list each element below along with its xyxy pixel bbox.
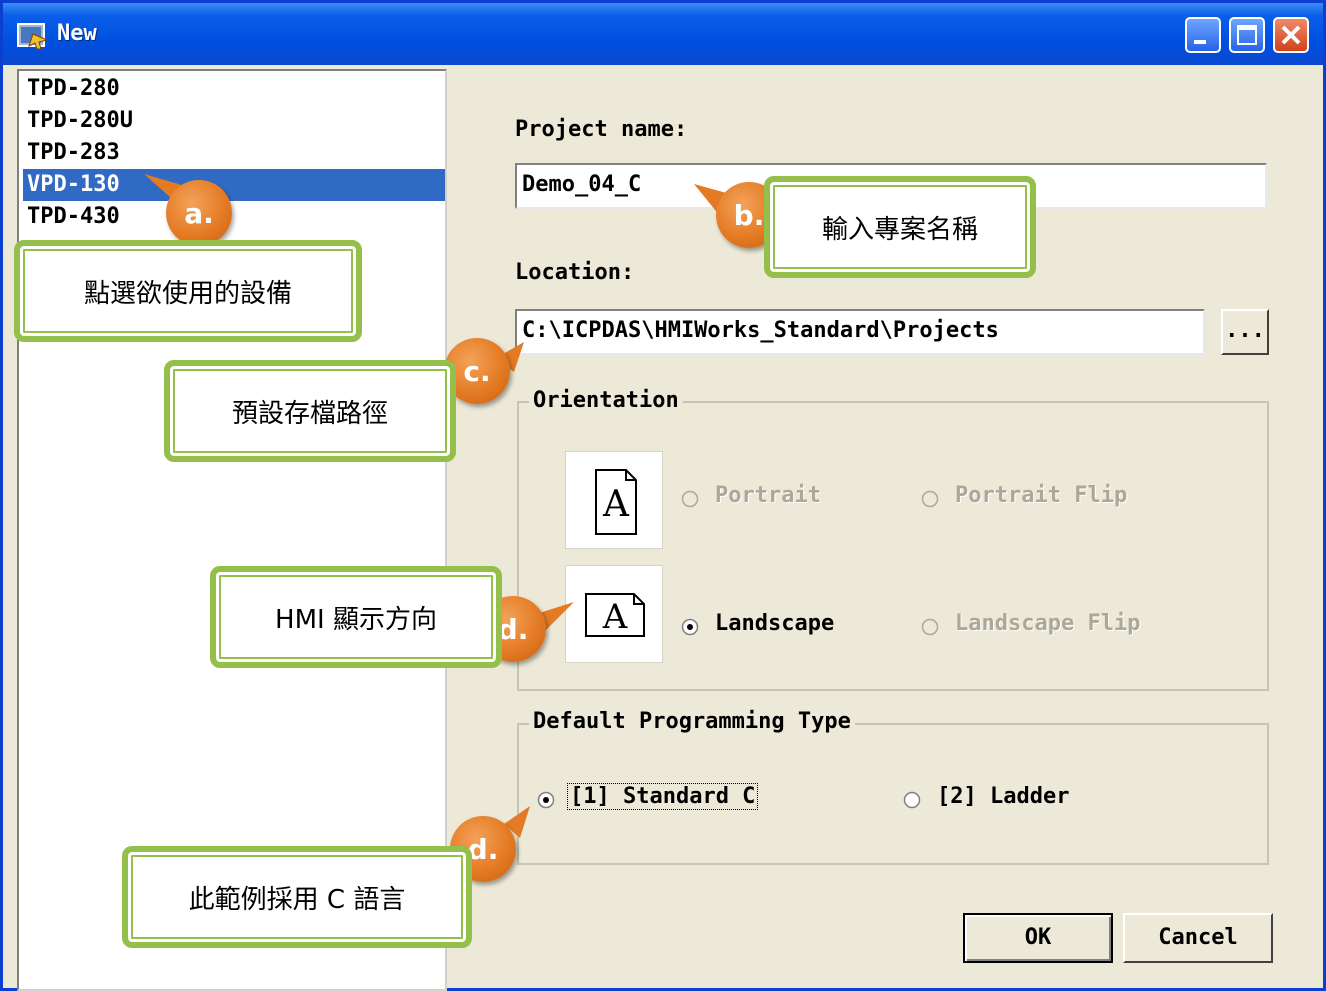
landscape-flip-label: Landscape Flip bbox=[955, 611, 1141, 636]
location-label: Location: bbox=[515, 260, 635, 285]
portrait-flip-radio[interactable] bbox=[921, 490, 939, 508]
landscape-label[interactable]: Landscape bbox=[715, 611, 834, 636]
portrait-label: Portrait bbox=[715, 483, 821, 508]
minimize-icon bbox=[1194, 40, 1206, 44]
svg-text:A: A bbox=[602, 597, 628, 637]
title-bar[interactable]: New bbox=[3, 3, 1323, 65]
device-item[interactable]: TPD-280 bbox=[23, 73, 445, 105]
ladder-label[interactable]: [2] Ladder bbox=[937, 784, 1069, 809]
landscape-radio[interactable] bbox=[681, 618, 699, 636]
annotation-b-note: 輸入專案名稱 bbox=[764, 176, 1036, 278]
cancel-button[interactable]: Cancel bbox=[1123, 913, 1273, 963]
close-button[interactable] bbox=[1273, 17, 1309, 53]
close-icon bbox=[1281, 25, 1301, 45]
device-item-selected[interactable]: VPD-130 bbox=[23, 169, 445, 201]
app-icon bbox=[17, 23, 49, 50]
landscape-flip-radio[interactable] bbox=[921, 618, 939, 636]
portrait-page-icon: A bbox=[565, 451, 663, 549]
orientation-title: Orientation bbox=[529, 388, 683, 413]
annotation-c-note: 預設存檔路徑 bbox=[164, 360, 456, 462]
browse-button[interactable]: ... bbox=[1221, 309, 1269, 355]
portrait-radio[interactable] bbox=[681, 490, 699, 508]
standard-c-radio[interactable] bbox=[537, 791, 555, 809]
device-item[interactable]: TPD-430 bbox=[23, 201, 445, 233]
standard-c-label[interactable]: [1] Standard C bbox=[567, 783, 759, 810]
portrait-flip-label: Portrait Flip bbox=[955, 483, 1128, 508]
maximize-button[interactable] bbox=[1229, 17, 1265, 53]
project-name-label: Project name: bbox=[515, 117, 688, 142]
device-item[interactable]: TPD-280U bbox=[23, 105, 445, 137]
annotation-a-marker: a. bbox=[166, 180, 232, 246]
location-input[interactable]: C:\ICPDAS\HMIWorks_Standard\Projects bbox=[515, 309, 1205, 355]
svg-text:A: A bbox=[602, 484, 630, 525]
annotation-d1-note: HMI 顯示方向 bbox=[210, 566, 502, 668]
annotation-d2-note: 此範例採用 C 語言 bbox=[122, 846, 472, 948]
minimize-button[interactable] bbox=[1185, 17, 1221, 53]
new-project-dialog: New TPD-280 TPD-280U TPD-283 VPD-130 TPD… bbox=[0, 0, 1326, 991]
programming-type-title: Default Programming Type bbox=[529, 709, 855, 734]
ladder-radio[interactable] bbox=[903, 791, 921, 809]
annotation-a-note: 點選欲使用的設備 bbox=[14, 240, 362, 342]
maximize-icon bbox=[1237, 25, 1257, 45]
device-item[interactable]: TPD-283 bbox=[23, 137, 445, 169]
ok-button[interactable]: OK bbox=[963, 913, 1113, 963]
window-title: New bbox=[57, 21, 97, 46]
